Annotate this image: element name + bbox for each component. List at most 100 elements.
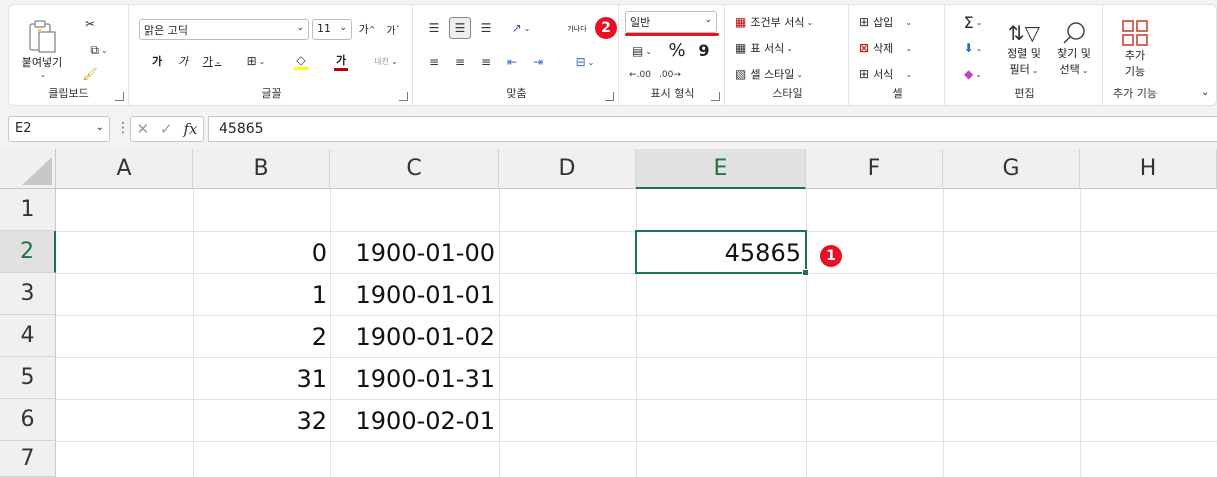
column-header-f[interactable]: F bbox=[806, 149, 943, 189]
chevron-down-icon: ⌄ bbox=[1031, 66, 1039, 75]
enter-icon[interactable]: ✓ bbox=[160, 120, 173, 138]
row-header-3[interactable]: 3 bbox=[0, 273, 56, 315]
format-painter-button[interactable]: 🖌 bbox=[79, 63, 101, 85]
cut-button[interactable]: ✂ bbox=[79, 13, 101, 35]
align-middle-button[interactable]: ☰ bbox=[449, 17, 471, 39]
align-bottom-button[interactable]: ☰ bbox=[475, 17, 497, 39]
formula-input-value: 45865 bbox=[219, 121, 264, 137]
conditional-format-button[interactable]: ▦ 조건부 서식 ⌄ bbox=[735, 11, 845, 33]
copy-button[interactable]: ⧉ ⌄ bbox=[79, 39, 119, 61]
font-name-select[interactable]: 맑은 고딕 ⌄ bbox=[139, 19, 309, 40]
cell-b4[interactable]: 2 bbox=[312, 323, 327, 351]
cell-b3[interactable]: 1 bbox=[312, 281, 327, 309]
grid-line bbox=[56, 315, 1217, 316]
column-header-b[interactable]: B bbox=[193, 149, 330, 189]
cell-styles-button[interactable]: ▧ 셀 스타일 ⌄ bbox=[735, 63, 845, 85]
column-header-d[interactable]: D bbox=[499, 149, 636, 189]
grid-line bbox=[943, 189, 944, 477]
ribbon-collapse-icon[interactable]: ⌄ bbox=[1201, 87, 1209, 98]
align-top-button[interactable]: ☰ bbox=[423, 17, 445, 39]
delete-cells-icon: ⊠ bbox=[859, 41, 870, 55]
paste-button[interactable]: 붙여넣기 ⌄ bbox=[17, 13, 67, 85]
decrease-indent-button[interactable]: ⇤ bbox=[501, 51, 523, 73]
fill-color-button[interactable]: ◇ bbox=[283, 51, 319, 71]
delete-button[interactable]: ⊠ 삭제 ⌄ bbox=[859, 37, 939, 59]
cell-b2[interactable]: 0 bbox=[312, 239, 327, 267]
decrease-decimal-button[interactable]: .00→ bbox=[659, 65, 681, 85]
row-header-1[interactable]: 1 bbox=[0, 189, 56, 231]
cell-c3[interactable]: 1900-01-01 bbox=[356, 281, 495, 309]
number-format-select[interactable]: 일반 ⌄ bbox=[625, 11, 717, 33]
row-header-5[interactable]: 5 bbox=[0, 357, 56, 399]
row-header-2[interactable]: 2 bbox=[0, 231, 56, 273]
chevron-down-icon: ⌄ bbox=[95, 122, 104, 133]
italic-button[interactable]: 가 bbox=[173, 51, 193, 71]
select-all-corner[interactable] bbox=[0, 149, 56, 189]
decrease-font-button[interactable]: 가ˇ bbox=[383, 19, 403, 39]
grid-line bbox=[499, 189, 500, 477]
column-header-g[interactable]: G bbox=[943, 149, 1080, 189]
underline-button[interactable]: 가 ⌄ bbox=[197, 51, 227, 71]
formula-input[interactable]: 45865 bbox=[208, 116, 1217, 142]
sort-filter-button[interactable]: ⇅▽ 정렬 및 필터 ⌄ bbox=[1001, 11, 1047, 87]
row-header-7[interactable]: 7 bbox=[0, 441, 56, 477]
percent-button[interactable]: % bbox=[665, 39, 689, 61]
row-header-4[interactable]: 4 bbox=[0, 315, 56, 357]
autosum-button[interactable]: Σ ⌄ bbox=[955, 11, 991, 33]
insert-button[interactable]: ⊞ 삽입 ⌄ bbox=[859, 11, 939, 33]
increase-indent-button[interactable]: ⇥ bbox=[527, 51, 549, 73]
align-right-button[interactable]: ≡ bbox=[475, 51, 497, 73]
column-header-h[interactable]: H bbox=[1080, 149, 1217, 189]
row-header-6[interactable]: 6 bbox=[0, 399, 56, 441]
comma-button[interactable]: 9 bbox=[693, 39, 715, 61]
wrap-text-button[interactable]: 가나다 bbox=[565, 17, 589, 41]
dialog-launcher-icon[interactable] bbox=[711, 92, 720, 101]
clear-button[interactable]: ◆ ⌄ bbox=[955, 63, 991, 85]
column-header-c[interactable]: C bbox=[330, 149, 499, 189]
fill-handle[interactable] bbox=[802, 269, 809, 276]
cell-b5[interactable]: 31 bbox=[296, 365, 327, 393]
cell-b6[interactable]: 32 bbox=[296, 407, 327, 435]
bold-button[interactable]: 가 bbox=[147, 51, 167, 71]
orientation-button[interactable]: ↗ ⌄ bbox=[503, 17, 539, 39]
font-size-select[interactable]: 11 ⌄ bbox=[312, 19, 352, 40]
addins-button[interactable]: 추가 기능 bbox=[1111, 11, 1159, 87]
cell-c6[interactable]: 1900-02-01 bbox=[356, 407, 495, 435]
selected-cell-e2[interactable]: 45865 bbox=[635, 230, 809, 276]
cell-c5[interactable]: 1900-01-31 bbox=[356, 365, 495, 393]
comma-icon: 9 bbox=[698, 40, 710, 60]
cell-c2[interactable]: 1900-01-00 bbox=[356, 239, 495, 267]
magnifier-icon bbox=[1063, 22, 1085, 44]
currency-icon: ▤ bbox=[631, 44, 644, 58]
increase-decimal-button[interactable]: ←.00 bbox=[629, 65, 651, 85]
more-options-icon[interactable]: ⋮ bbox=[116, 120, 130, 136]
editing-group-label: 편집 bbox=[1014, 87, 1035, 100]
format-button[interactable]: ⊞ 서식 ⌄ bbox=[859, 63, 939, 85]
find-select-button[interactable]: 찾기 및 선택 ⌄ bbox=[1051, 11, 1097, 87]
column-header-a[interactable]: A bbox=[56, 149, 193, 189]
cancel-icon[interactable]: ✕ bbox=[136, 120, 149, 138]
copy-icon: ⧉ bbox=[90, 42, 99, 57]
phonetic-button[interactable]: 내천 ⌄ bbox=[367, 51, 405, 71]
dialog-launcher-icon[interactable] bbox=[115, 92, 124, 101]
name-box[interactable]: E2 ⌄ bbox=[8, 116, 110, 142]
dialog-launcher-icon[interactable] bbox=[399, 92, 408, 101]
borders-button[interactable]: ⊞ ⌄ bbox=[239, 51, 273, 71]
font-color-icon: 가 bbox=[335, 53, 347, 67]
merge-center-button[interactable]: ⊟ ⌄ bbox=[565, 51, 605, 73]
align-center-button[interactable]: ≡ bbox=[449, 51, 471, 73]
fill-button[interactable]: ⬇ ⌄ bbox=[955, 37, 991, 59]
font-color-button[interactable]: 가 bbox=[323, 51, 359, 71]
align-left-button[interactable]: ≡ bbox=[423, 51, 445, 73]
column-header-e[interactable]: E bbox=[636, 149, 806, 189]
increase-font-button[interactable]: 가 ^ bbox=[357, 19, 377, 39]
align-right-icon: ≡ bbox=[480, 55, 492, 69]
delete-label: 삭제 bbox=[873, 42, 894, 55]
accounting-format-button[interactable]: ▤ ⌄ bbox=[625, 41, 659, 61]
dialog-launcher-icon[interactable] bbox=[605, 92, 614, 101]
insert-function-icon[interactable]: fx bbox=[184, 120, 198, 138]
format-as-table-button[interactable]: ▦ 표 서식 ⌄ bbox=[735, 37, 845, 59]
insert-label: 삽입 bbox=[873, 16, 894, 29]
cell-c4[interactable]: 1900-01-02 bbox=[356, 323, 495, 351]
chevron-down-icon: ⌄ bbox=[645, 46, 653, 56]
